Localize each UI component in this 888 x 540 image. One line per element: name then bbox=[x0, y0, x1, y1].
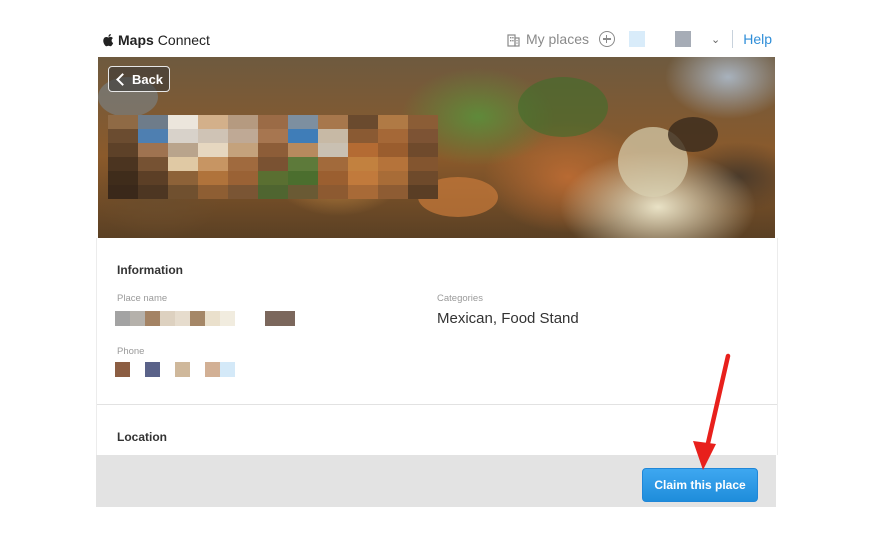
location-heading: Location bbox=[117, 430, 167, 444]
help-link[interactable]: Help bbox=[743, 31, 772, 47]
brand[interactable]: Maps Connect bbox=[102, 32, 210, 48]
chevron-down-icon[interactable]: ⌄ bbox=[711, 33, 720, 46]
my-places-label: My places bbox=[525, 31, 589, 47]
categories-label: Categories bbox=[437, 293, 483, 304]
photo-blob bbox=[518, 77, 608, 137]
section-divider bbox=[97, 404, 777, 405]
back-label: Back bbox=[131, 71, 164, 87]
brand-connect: Connect bbox=[157, 32, 210, 48]
my-places-link[interactable]: My places bbox=[506, 31, 589, 47]
phone-label: Phone bbox=[117, 346, 145, 357]
user-avatar[interactable] bbox=[628, 31, 645, 47]
back-button[interactable]: Back bbox=[108, 66, 170, 92]
building-icon bbox=[507, 33, 520, 47]
claim-place-button[interactable]: Claim this place bbox=[642, 468, 758, 502]
brand-maps: Maps bbox=[118, 32, 154, 48]
photo-blob bbox=[668, 117, 718, 152]
place-name-label: Place name bbox=[117, 293, 168, 304]
account-avatar[interactable] bbox=[674, 31, 691, 47]
information-card: Information Place name Categories Mexica… bbox=[96, 238, 778, 455]
add-place-icon[interactable] bbox=[598, 31, 615, 47]
information-heading: Information bbox=[117, 263, 183, 277]
apple-logo-icon bbox=[103, 34, 114, 47]
chevron-left-icon bbox=[116, 72, 129, 86]
categories-value: Mexican, Food Stand bbox=[437, 310, 579, 327]
place-photo: Back bbox=[98, 57, 775, 238]
nav-right: My places ⌄ Help bbox=[506, 30, 772, 48]
pixelated-overlay bbox=[108, 115, 438, 199]
top-bar: Maps Connect My places ⌄ Help bbox=[96, 24, 776, 56]
nav-divider bbox=[732, 30, 734, 48]
action-bar: Claim this place bbox=[96, 455, 776, 507]
